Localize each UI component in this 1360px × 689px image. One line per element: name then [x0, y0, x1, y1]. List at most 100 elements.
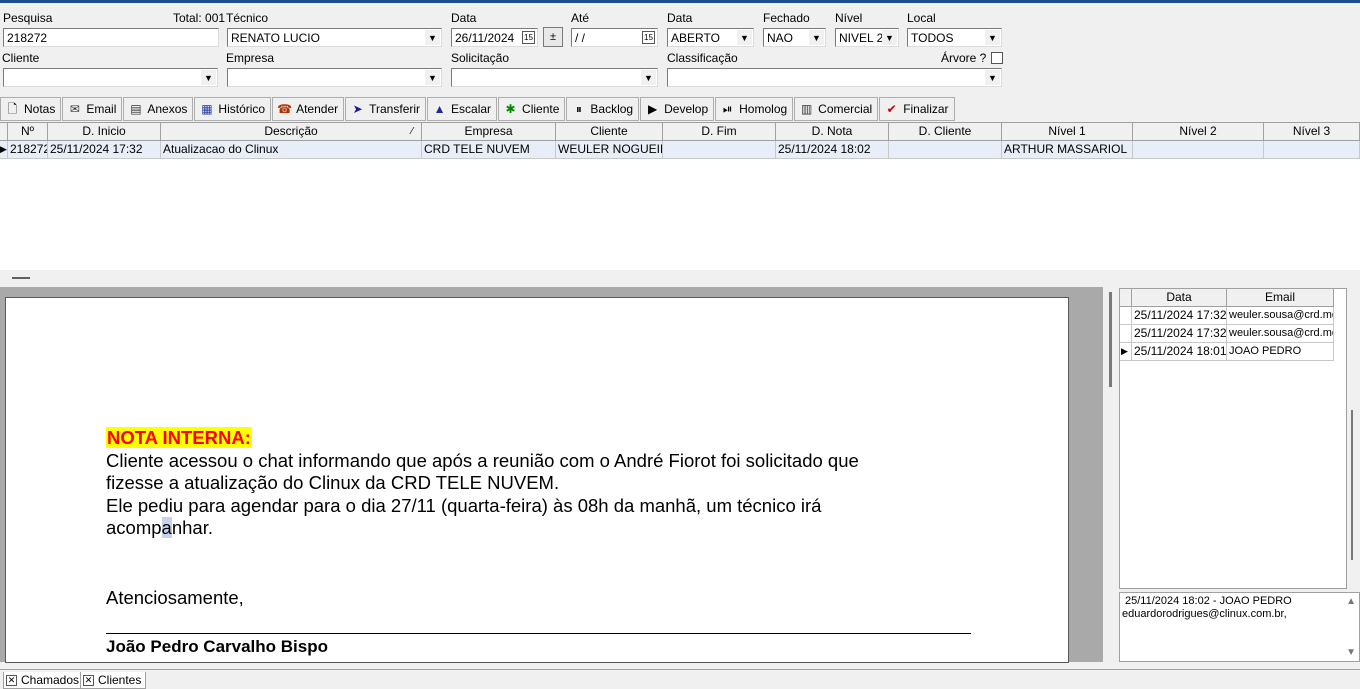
date-range-toggle-button[interactable]: ± — [543, 27, 563, 47]
tab-clientes-label: Clientes — [98, 673, 142, 687]
pesquisa-label: Pesquisa — [3, 11, 53, 25]
text-cursor-selection: a — [161, 517, 172, 538]
escalate-icon: ▲ — [433, 102, 446, 116]
data-status-select[interactable]: ABERTO ▼ — [667, 28, 754, 47]
toolbar-button-anexos[interactable]: ▤ Anexos — [123, 97, 194, 121]
close-icon[interactable]: ✕ — [6, 674, 17, 686]
toolbar-button-transferir[interactable]: ➤ Transferir — [345, 97, 427, 121]
toolbar-button-escalar[interactable]: ▲ Escalar — [427, 97, 498, 121]
toolbar-button-label: Homolog — [739, 102, 788, 116]
toolbar-button-label: Notas — [24, 102, 56, 116]
toolbar-button-backlog[interactable]: ⏸ Backlog — [566, 97, 640, 121]
row-pointer-icon: ▶ — [1120, 343, 1132, 361]
homolog-icon: ⏯ — [722, 102, 733, 116]
chevron-down-icon[interactable]: ▼ — [882, 30, 897, 45]
email-grid-indicator-header — [1120, 289, 1132, 307]
header-numero[interactable]: Nº — [8, 123, 48, 141]
toolbar-button-homolog[interactable]: ⏯ Homolog — [715, 97, 794, 121]
toolbar-button-notas[interactable]: 🗋 Notas — [0, 97, 62, 121]
signature-name: João Pedro Carvalho Bispo — [106, 637, 328, 656]
toolbar-button-historico[interactable]: ▦ Histórico — [194, 97, 272, 121]
header-nivel3[interactable]: Nível 3 — [1264, 123, 1360, 141]
local-select[interactable]: TODOS ▼ — [907, 28, 1002, 47]
pesquisa-value: 218272 — [7, 31, 48, 45]
empresa-select[interactable]: ▼ — [227, 68, 442, 87]
scroll-up-icon[interactable]: ▲ — [1346, 595, 1356, 608]
splitter-grip-icon — [12, 277, 30, 279]
cell-d-cliente — [889, 141, 1002, 159]
classificacao-select[interactable]: ▼ — [667, 68, 1002, 87]
data-inicio-input[interactable]: 26/11/2024 15 — [451, 28, 538, 47]
toolbar-button-label: Escalar — [451, 102, 492, 116]
tab-chamados[interactable]: ✕ Chamados — [3, 672, 85, 689]
toolbar-button-email[interactable]: ✉ Email — [62, 97, 123, 121]
email-header-data[interactable]: Data — [1132, 289, 1227, 307]
chevron-down-icon[interactable]: ▼ — [425, 70, 440, 85]
attachments-icon: ▤ — [130, 102, 142, 116]
note-line-1: Cliente acessou o chat informando que ap… — [106, 449, 859, 471]
panel-splitter[interactable] — [0, 270, 1360, 287]
email-header-email[interactable]: Email — [1227, 289, 1334, 307]
scrollbar-thumb[interactable] — [1109, 292, 1112, 387]
header-nivel1[interactable]: Nível 1 — [1002, 123, 1133, 141]
header-nivel2[interactable]: Nível 2 — [1133, 123, 1264, 141]
data-fim-input[interactable]: / / 15 — [571, 28, 658, 47]
row-indicator — [1120, 307, 1132, 325]
chevron-down-icon[interactable]: ▼ — [425, 30, 440, 45]
toolbar-button-comercial[interactable]: ▥ Comercial — [794, 97, 879, 121]
email-icon: ✉ — [69, 102, 80, 116]
header-d-inicio[interactable]: D. Inicio — [48, 123, 161, 141]
scroll-down-icon[interactable]: ▼ — [1346, 646, 1356, 659]
toolbar-button-label: Develop — [664, 102, 709, 116]
phone-icon: ☎ — [277, 102, 293, 116]
toolbar-button-label: Transferir — [369, 102, 421, 116]
header-descricao[interactable]: Descrição ⁄ — [161, 123, 422, 141]
chevron-down-icon[interactable]: ▼ — [985, 30, 1000, 45]
note-line-4: acompanhar. — [106, 517, 859, 540]
notes-icon: 🗋 — [7, 102, 18, 116]
chevron-down-icon[interactable]: ▼ — [641, 70, 656, 85]
scrollbar-thumb[interactable] — [1351, 410, 1353, 560]
row-indicator — [1120, 325, 1132, 343]
chevron-down-icon[interactable]: ▼ — [737, 30, 752, 45]
toolbar-button-label: Histórico — [218, 102, 266, 116]
calendar-icon[interactable]: 15 — [522, 31, 535, 44]
calendar-icon[interactable]: 15 — [642, 31, 655, 44]
email-grid-scrollbar[interactable] — [1347, 288, 1360, 589]
header-cliente[interactable]: Cliente — [556, 123, 663, 141]
note-document-page[interactable]: NOTA INTERNA: Cliente acessou o chat inf… — [5, 297, 1069, 663]
toolbar-button-develop[interactable]: ▶ Develop — [640, 97, 715, 121]
header-d-cliente[interactable]: D. Cliente — [889, 123, 1002, 141]
header-empresa[interactable]: Empresa — [422, 123, 556, 141]
local-label: Local — [907, 11, 936, 25]
header-d-fim[interactable]: D. Fim — [663, 123, 776, 141]
toolbar-button-label: Atender — [296, 102, 339, 116]
toolbar-button-finalizar[interactable]: ✔ Finalizar — [879, 97, 955, 121]
tecnico-select[interactable]: RENATO LUCIO ▼ — [227, 28, 442, 47]
chevron-down-icon[interactable]: ▼ — [985, 70, 1000, 85]
tab-clientes[interactable]: ✕ Clientes — [80, 672, 147, 689]
cell-cliente: WEULER NOGUEIRA — [556, 141, 663, 159]
note-line-3: Ele pediu para agendar para o dia 27/11 … — [106, 494, 822, 516]
header-d-nota[interactable]: D. Nota — [776, 123, 889, 141]
cliente-select[interactable]: ▼ — [3, 68, 218, 87]
tecnico-value: RENATO LUCIO — [231, 31, 320, 45]
fechado-select[interactable]: NAO ▼ — [763, 28, 826, 47]
email-memo[interactable]: 25/11/2024 18:02 - JOAO PEDRO eduardorod… — [1119, 592, 1360, 662]
editor-scrollbar[interactable] — [1103, 287, 1119, 662]
toolbar-button-cliente[interactable]: ✱ Cliente — [498, 97, 566, 121]
nivel-select[interactable]: NIVEL 2 ▼ — [835, 28, 899, 47]
toolbar-button-atender[interactable]: ☎ Atender — [272, 97, 345, 121]
ate-label: Até — [571, 11, 590, 25]
note-document-body: NOTA INTERNA: Cliente acessou o chat inf… — [106, 427, 859, 659]
toolbar-button-label: Comercial — [818, 102, 873, 116]
chevron-down-icon[interactable]: ▼ — [809, 30, 824, 45]
cell-numero: 218272 — [8, 141, 48, 159]
pesquisa-input[interactable]: 218272 — [3, 28, 219, 47]
toolbar-button-label: Cliente — [522, 102, 560, 116]
nivel-label: Nível — [835, 11, 863, 25]
chevron-down-icon[interactable]: ▼ — [201, 70, 216, 85]
arvore-checkbox[interactable] — [991, 52, 1003, 64]
close-icon[interactable]: ✕ — [83, 674, 94, 686]
solicitacao-select[interactable]: ▼ — [451, 68, 658, 87]
